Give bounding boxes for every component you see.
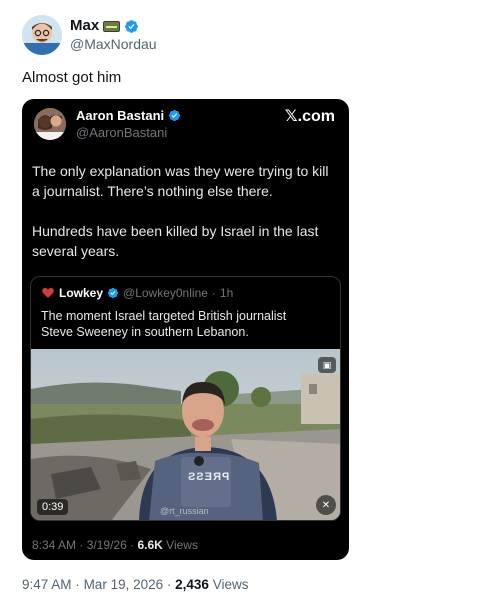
video-watermark: @rt_russian [160,506,209,516]
tweet-footer: 9:47 AM · Mar 19, 2026 · 2,436 Views [22,577,249,592]
press-vest-text: PRESS [187,471,230,483]
quote-avatar-icon [42,287,54,298]
separator: · [75,577,80,592]
card-paragraph: The only explanation was they were tryin… [32,163,329,199]
separator: · [166,577,172,592]
avatar-photo-icon [34,108,66,140]
card-footer-views-count: 6.6K [137,538,163,552]
card-paragraph: Hundreds have been killed by Israel in t… [32,223,319,259]
keyboard-badge-icon [103,20,121,32]
separator: · [79,538,84,552]
card-avatar [34,108,66,140]
quote-age: 1h [219,286,234,300]
tweet-date[interactable]: Mar 19, 2026 [84,577,164,592]
card-body-text: The only explanation was they were tryin… [32,161,337,281]
captions-icon[interactable]: ▣ [318,357,336,373]
quoted-tweet: Lowkey @Lowkey0nline · 1h The moment Isr… [30,276,341,521]
video-frame-image [31,349,340,520]
separator: · [130,538,135,552]
verified-badge-icon [169,109,181,122]
card-footer-time: 8:34 AM [32,538,77,552]
tweet-time[interactable]: 9:47 AM [22,577,72,592]
tweet-header: Max @MaxNordau [22,15,157,55]
avatar-cartoon-icon [22,15,62,55]
quote-text: The moment Israel targeted British journ… [41,309,287,339]
quote-author-handle: @Lowkey0nline [123,286,208,300]
video-thumbnail: PRESS ▣ 0:39 @rt_russian ✕ [31,349,340,520]
embedded-tweet-card[interactable]: Aaron Bastani @AaronBastani 𝕏.com The on… [22,99,349,560]
verified-badge-icon [125,19,139,33]
quote-author-name: Lowkey [59,286,104,300]
card-author-handle: @AaronBastani [76,125,168,140]
tweet-views-count: 2,436 [175,577,209,592]
avatar[interactable] [22,15,62,55]
quote-separator: · [211,286,216,300]
author-handle[interactable]: @MaxNordau [70,35,157,53]
card-author-name: Aaron Bastani [76,108,165,123]
video-duration: 0:39 [37,499,69,515]
x-brand-logo: 𝕏.com [284,108,335,125]
author-name[interactable]: Max [70,17,99,35]
tweet-text: Almost got him [22,69,122,86]
mute-icon[interactable]: ✕ [316,495,336,515]
card-footer-views-label: Views [166,538,198,552]
verified-badge-icon [107,287,119,299]
tweet-views-label: Views [212,577,249,592]
card-footer: 8:34 AM · 3/19/26 · 6.6K Views [32,538,198,552]
card-footer-date: 3/19/26 [86,538,127,552]
